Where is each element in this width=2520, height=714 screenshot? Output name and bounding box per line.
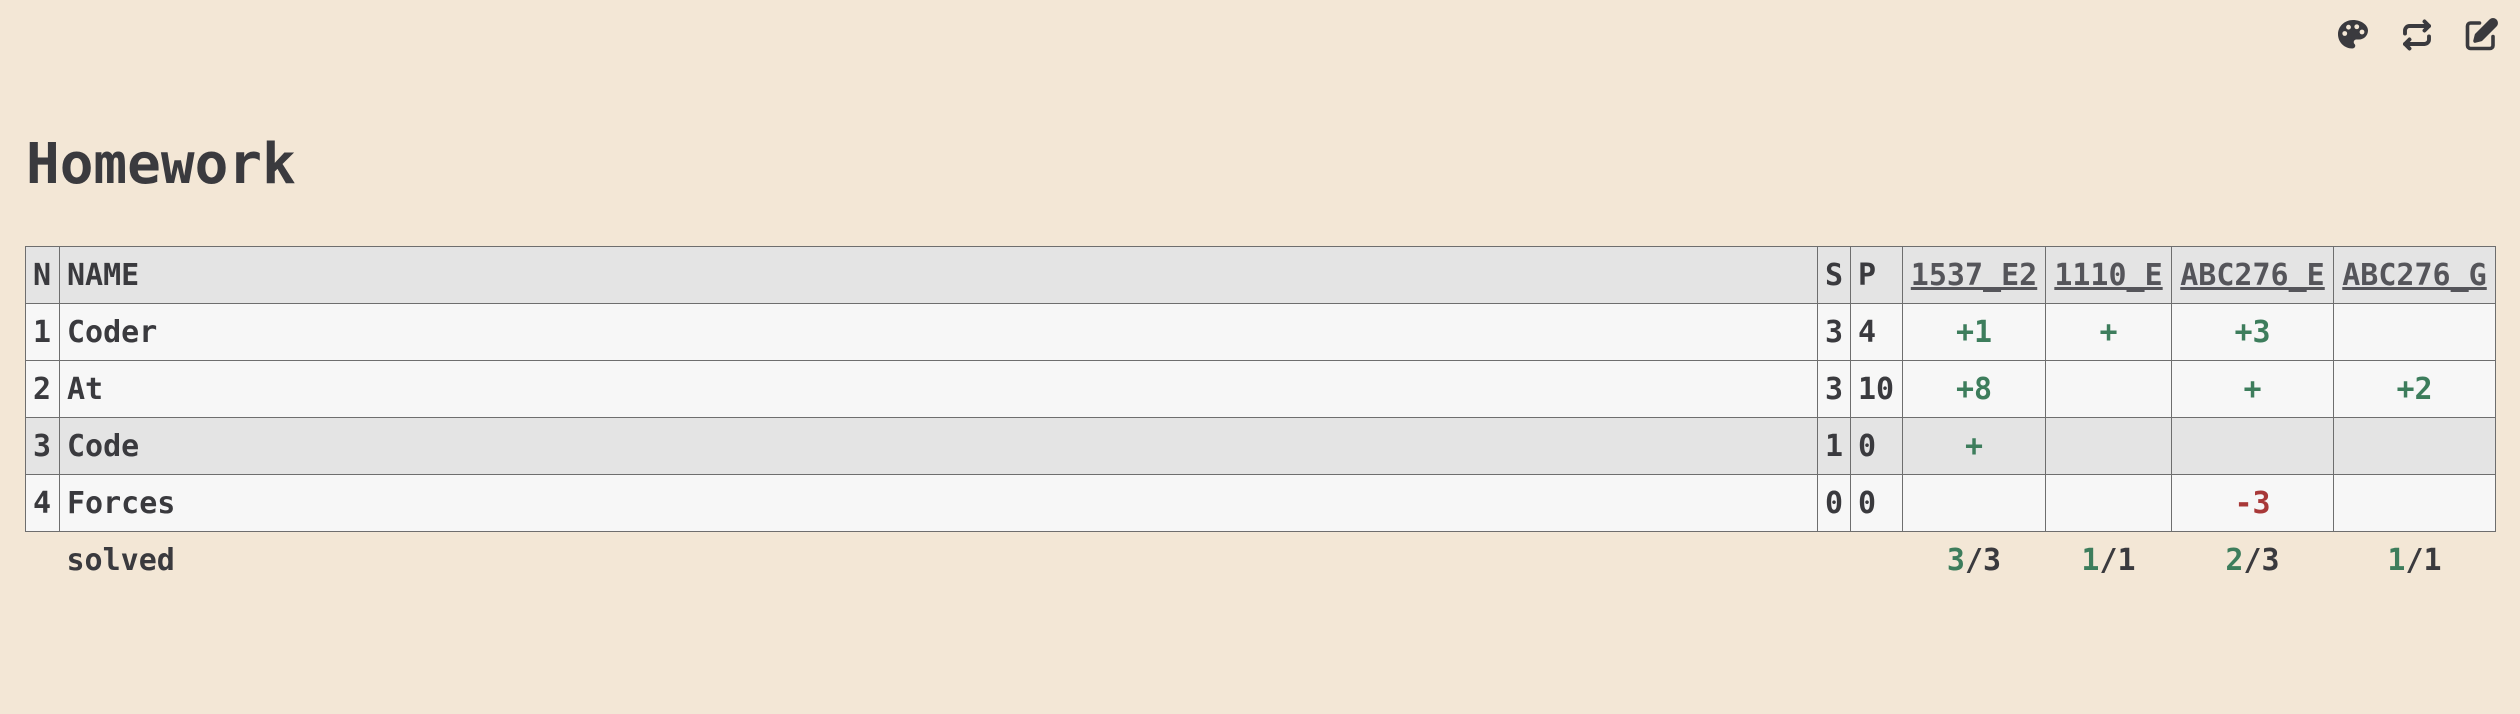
palette-button[interactable] — [2334, 16, 2372, 54]
column-header-p: P — [1850, 246, 1903, 304]
result-cell: +1 — [1902, 303, 2046, 361]
problem-link[interactable]: 1537_E2 — [1911, 258, 2037, 293]
row-name: At — [59, 360, 1818, 418]
edit-icon — [2465, 18, 2498, 51]
row-rank: 1 — [25, 303, 60, 361]
row-rank: 4 — [25, 474, 60, 532]
row-solved: 3 — [1816, 360, 1852, 418]
result-cell — [2333, 303, 2496, 361]
result-cell: + — [2045, 303, 2172, 361]
row-solved: 1 — [1816, 417, 1852, 475]
row-rank: 2 — [25, 360, 60, 418]
row-solved: 0 — [1816, 474, 1852, 532]
solved-count: 3/3 — [1946, 542, 2002, 578]
problem-header: ABC276_E — [2171, 246, 2334, 304]
solved-count: 2/3 — [2225, 542, 2280, 578]
row-name: Forces — [59, 474, 1818, 532]
row-penalty: 4 — [1850, 303, 1903, 361]
column-header-name: NAME — [59, 246, 1818, 304]
result-cell — [2045, 417, 2172, 475]
table-row: 3 Code 1 0 + — [25, 417, 2496, 475]
summary-label: solved — [66, 542, 175, 578]
result-cell — [2045, 360, 2172, 418]
problem-header: 1537_E2 — [1902, 246, 2046, 304]
result-cell: +8 — [1902, 360, 2046, 418]
result-cell — [1902, 474, 2046, 532]
refresh-icon — [2403, 19, 2431, 51]
problem-header: 1110_E — [2045, 246, 2172, 304]
solved-count: 1/1 — [2387, 542, 2442, 578]
table-row: 2 At 3 10 +8 + +2 — [25, 360, 2496, 418]
table-row: 1 Coder 3 4 +1 + +3 — [25, 303, 2496, 361]
solved-summary-row: solved 3/3 1/1 2/3 1/1 — [26, 532, 2496, 589]
problem-link[interactable]: 1110_E — [2054, 258, 2162, 293]
row-penalty: 0 — [1850, 417, 1903, 475]
column-header-n: N — [25, 246, 60, 304]
result-cell — [2333, 474, 2496, 532]
problem-link[interactable]: ABC276_G — [2342, 258, 2487, 293]
refresh-button[interactable] — [2398, 16, 2436, 54]
page-title: Homework — [26, 132, 296, 197]
row-name: Code — [59, 417, 1818, 475]
result-cell: + — [2171, 360, 2334, 418]
result-cell: +2 — [2333, 360, 2496, 418]
result-cell — [2045, 474, 2172, 532]
result-cell: -3 — [2171, 474, 2334, 532]
toolbar — [2334, 16, 2500, 54]
edit-button[interactable] — [2462, 16, 2500, 54]
row-penalty: 10 — [1850, 360, 1903, 418]
row-rank: 3 — [25, 417, 60, 475]
solved-count: 1/1 — [2081, 542, 2136, 578]
problem-link[interactable]: ABC276_E — [2180, 258, 2325, 293]
table-row: 4 Forces 0 0 -3 — [25, 474, 2496, 532]
row-solved: 3 — [1816, 303, 1852, 361]
result-cell: + — [1902, 417, 2046, 475]
result-cell: +3 — [2171, 303, 2334, 361]
row-penalty: 0 — [1850, 474, 1903, 532]
problem-header: ABC276_G — [2333, 246, 2496, 304]
palette-icon — [2338, 20, 2368, 49]
standings-table: N NAME S P 1537_E2 1110_E ABC276_E ABC27… — [25, 246, 2496, 589]
row-name: Coder — [59, 303, 1818, 361]
result-cell — [2171, 417, 2334, 475]
result-cell — [2333, 417, 2496, 475]
table-header-row: N NAME S P 1537_E2 1110_E ABC276_E ABC27… — [25, 246, 2496, 304]
column-header-s: S — [1816, 246, 1852, 304]
